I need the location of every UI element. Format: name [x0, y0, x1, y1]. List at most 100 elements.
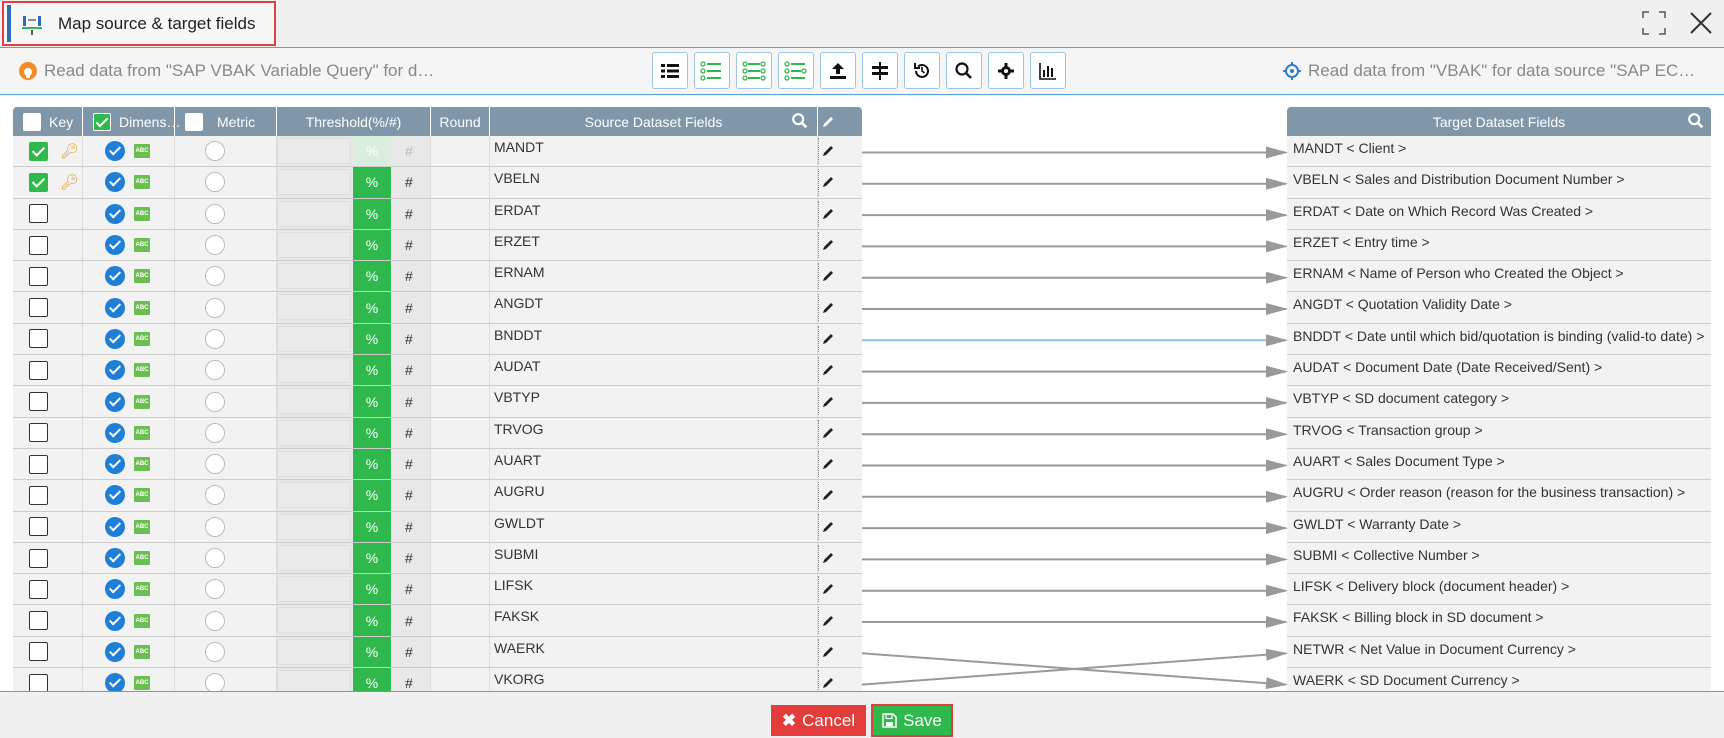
number-toggle[interactable]: #	[405, 136, 413, 166]
search-icon[interactable]	[1687, 112, 1705, 130]
number-toggle[interactable]: #	[405, 199, 413, 229]
percent-toggle[interactable]: %	[353, 229, 391, 261]
map-by-position-button[interactable]	[736, 52, 772, 89]
target-field[interactable]: SUBMI < Collective Number >	[1287, 542, 1711, 575]
key-checkbox[interactable]	[29, 548, 48, 568]
key-checkbox[interactable]	[29, 611, 48, 631]
target-field[interactable]: AUDAT < Document Date (Date Received/Sen…	[1287, 355, 1711, 387]
round-cell[interactable]	[431, 668, 490, 691]
round-cell[interactable]	[431, 323, 490, 355]
metric-radio[interactable]	[205, 328, 225, 349]
metric-radio[interactable]	[205, 203, 225, 224]
percent-toggle[interactable]: %	[353, 511, 391, 542]
pencil-icon[interactable]	[821, 676, 835, 690]
dimension-toggle[interactable]	[105, 641, 125, 662]
target-field[interactable]: MANDT < Client >	[1287, 136, 1711, 168]
metric-radio[interactable]	[205, 454, 225, 475]
metric-radio[interactable]	[205, 516, 225, 537]
dimension-toggle[interactable]	[105, 141, 125, 162]
target-field[interactable]: LIFSK < Delivery block (document header)…	[1287, 574, 1711, 606]
metric-radio[interactable]	[205, 266, 225, 287]
dimension-toggle[interactable]	[105, 297, 125, 318]
target-field[interactable]: VBELN < Sales and Distribution Document …	[1287, 167, 1711, 199]
dimension-toggle[interactable]	[105, 485, 125, 506]
dimension-select-all-checkbox[interactable]	[93, 112, 111, 131]
key-checkbox[interactable]	[29, 485, 48, 505]
target-field[interactable]: GWLDT < Warranty Date >	[1287, 511, 1711, 543]
percent-toggle[interactable]: %	[353, 292, 391, 323]
target-field[interactable]: ERDAT < Date on Which Record Was Created…	[1287, 198, 1711, 230]
target-field[interactable]: WAERK < SD Document Currency >	[1287, 668, 1711, 691]
percent-toggle[interactable]: %	[353, 574, 391, 605]
round-cell[interactable]	[431, 448, 490, 480]
key-checkbox[interactable]	[29, 423, 48, 443]
target-field[interactable]: AUGRU < Order reason (reason for the bus…	[1287, 480, 1711, 512]
percent-toggle[interactable]: %	[353, 261, 391, 292]
list-view-button[interactable]	[652, 52, 688, 89]
settings-button[interactable]	[988, 52, 1024, 89]
percent-toggle[interactable]: %	[353, 448, 391, 480]
threshold-input[interactable]	[277, 169, 351, 196]
pencil-icon[interactable]	[821, 115, 835, 129]
pencil-icon[interactable]	[821, 457, 835, 471]
dimension-toggle[interactable]	[105, 579, 125, 600]
key-checkbox[interactable]	[29, 454, 48, 474]
round-cell[interactable]	[431, 292, 490, 323]
dimension-toggle[interactable]	[105, 454, 125, 475]
threshold-input[interactable]	[277, 482, 351, 509]
key-checkbox[interactable]	[29, 141, 48, 161]
pencil-icon[interactable]	[821, 207, 835, 221]
threshold-input[interactable]	[277, 419, 351, 446]
metric-radio[interactable]	[205, 141, 225, 162]
chart-button[interactable]	[1030, 52, 1066, 89]
dimension-toggle[interactable]	[105, 172, 125, 193]
percent-toggle[interactable]: %	[353, 668, 391, 691]
map-by-name-button[interactable]	[694, 52, 730, 89]
metric-radio[interactable]	[205, 391, 225, 412]
percent-toggle[interactable]: %	[353, 480, 391, 511]
number-toggle[interactable]: #	[405, 386, 413, 416]
threshold-input[interactable]	[277, 638, 351, 665]
dimension-toggle[interactable]	[105, 235, 125, 256]
pencil-icon[interactable]	[821, 175, 835, 189]
key-checkbox[interactable]	[29, 266, 48, 286]
upload-button[interactable]	[820, 52, 856, 89]
threshold-input[interactable]	[277, 576, 351, 603]
dimension-toggle[interactable]	[105, 422, 125, 443]
round-cell[interactable]	[431, 480, 490, 511]
key-checkbox[interactable]	[29, 360, 48, 380]
pencil-icon[interactable]	[821, 269, 835, 283]
threshold-input[interactable]	[277, 544, 351, 571]
metric-radio[interactable]	[205, 673, 225, 691]
number-toggle[interactable]: #	[405, 355, 413, 385]
threshold-input[interactable]	[277, 231, 351, 258]
number-toggle[interactable]: #	[405, 480, 413, 510]
key-checkbox[interactable]	[29, 298, 48, 318]
percent-toggle[interactable]: %	[353, 323, 391, 355]
key-checkbox[interactable]	[29, 235, 48, 255]
target-field[interactable]: AUART < Sales Document Type >	[1287, 448, 1711, 481]
maximize-icon[interactable]	[1641, 10, 1667, 36]
percent-toggle[interactable]: %	[353, 167, 391, 198]
target-field[interactable]: ERNAM < Name of Person who Created the O…	[1287, 261, 1711, 293]
percent-toggle[interactable]: %	[353, 386, 391, 417]
round-cell[interactable]	[431, 574, 490, 605]
dimension-toggle[interactable]	[105, 391, 125, 412]
dimension-toggle[interactable]	[105, 203, 125, 224]
pencil-icon[interactable]	[821, 426, 835, 440]
key-checkbox[interactable]	[29, 517, 48, 537]
metric-radio[interactable]	[205, 485, 225, 506]
metric-select-all-checkbox[interactable]	[185, 112, 203, 131]
key-checkbox[interactable]	[29, 673, 48, 691]
close-icon[interactable]	[1688, 10, 1714, 36]
dimension-toggle[interactable]	[105, 266, 125, 287]
number-toggle[interactable]: #	[405, 292, 413, 322]
number-toggle[interactable]: #	[405, 167, 413, 197]
dimension-toggle[interactable]	[105, 328, 125, 349]
number-toggle[interactable]: #	[405, 574, 413, 604]
key-checkbox[interactable]	[29, 392, 48, 412]
target-field[interactable]: VBTYP < SD document category >	[1287, 386, 1711, 418]
auto-map-button[interactable]	[778, 52, 814, 89]
target-field[interactable]: NETWR < Net Value in Document Currency >	[1287, 636, 1711, 669]
reset-button[interactable]	[904, 52, 940, 89]
